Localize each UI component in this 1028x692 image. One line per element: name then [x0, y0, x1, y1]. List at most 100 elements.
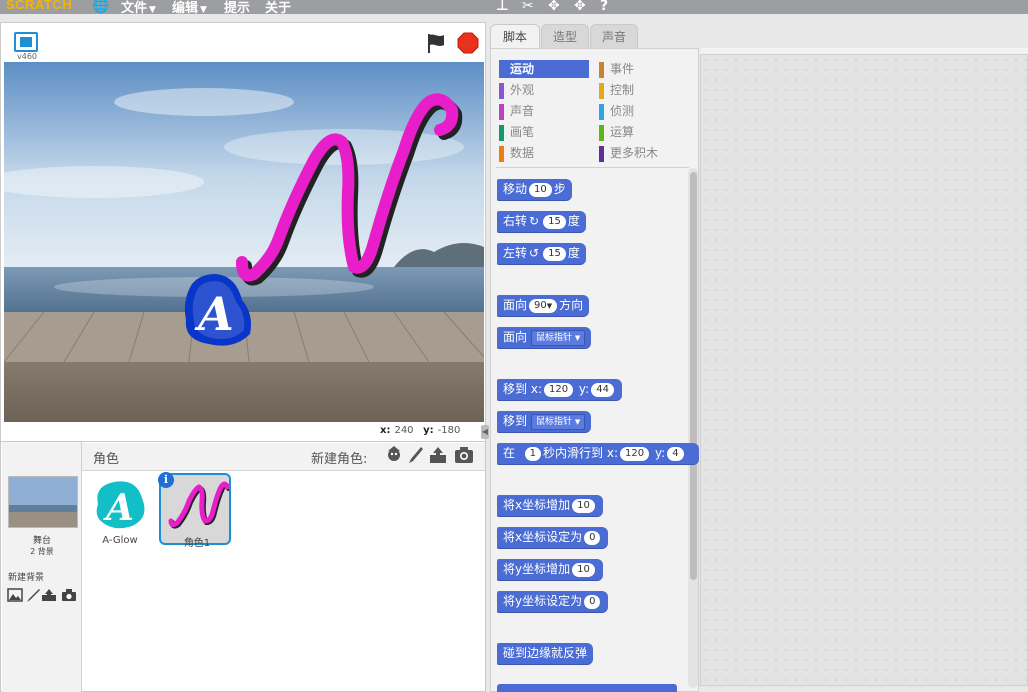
block-input[interactable]: 10 — [529, 182, 552, 197]
block-input[interactable]: 15 — [543, 246, 566, 261]
sprite-tile-aglow[interactable]: A A-Glow — [84, 474, 156, 546]
block-input-value: 90 — [534, 299, 547, 311]
block-move-steps[interactable]: 移动 10 步 — [497, 179, 572, 200]
green-flag-icon[interactable] — [424, 32, 448, 54]
category-label: 声音 — [510, 104, 535, 118]
category-swatch — [499, 145, 504, 162]
menu-about[interactable]: 关于 — [265, 0, 291, 16]
category-control[interactable]: 控制 — [599, 81, 634, 99]
upload-backdrop-icon[interactable] — [41, 588, 57, 602]
svg-text:A: A — [194, 287, 234, 341]
category-data[interactable]: 数据 — [499, 144, 534, 162]
collapse-stage-icon[interactable]: ◀ — [481, 425, 489, 439]
paint-brush-icon[interactable] — [405, 445, 425, 465]
category-operators[interactable]: 运算 — [599, 123, 634, 141]
help-icon[interactable]: ? — [600, 0, 608, 14]
block-go-to-xy[interactable]: 移到 x: 120 y: 44 — [497, 379, 622, 400]
category-motion[interactable]: 运动 — [499, 60, 589, 78]
block-input[interactable]: 44 — [591, 382, 614, 397]
block-input[interactable]: 90▼ — [529, 298, 558, 313]
menu-file[interactable]: 文件 ▼ — [121, 0, 156, 16]
menu-edit[interactable]: 编辑 ▼ — [172, 0, 207, 16]
paint-backdrop-icon[interactable] — [25, 588, 41, 602]
category-swatch — [599, 82, 604, 99]
stage-canvas[interactable]: A — [4, 62, 484, 422]
category-swatch — [499, 103, 504, 120]
block-text: 方向 — [559, 298, 584, 312]
block-text: 面向 — [503, 298, 528, 312]
caret-down-icon: ▼ — [546, 301, 553, 310]
info-icon[interactable]: i — [158, 472, 174, 488]
block-partial[interactable] — [497, 684, 677, 692]
block-input[interactable]: 1 — [524, 446, 542, 461]
block-bounce-edge[interactable]: 碰到边缘就反弹 — [497, 643, 594, 664]
category-swatch — [599, 103, 604, 120]
block-change-x[interactable]: 将x坐标增加 10 — [497, 495, 603, 516]
block-point-towards[interactable]: 面向 鼠标指针 ▼ — [497, 327, 592, 348]
sprite-name-aglow: A-Glow — [102, 535, 138, 546]
stage-thumbnail[interactable] — [8, 476, 78, 528]
camera-icon[interactable] — [454, 445, 474, 465]
palette-scrollbar[interactable] — [690, 172, 697, 580]
mouse-coordinates: x: 240 y: -180 — [380, 425, 460, 436]
category-pen[interactable]: 画笔 — [499, 123, 534, 141]
block-turn-left[interactable]: 左转 ↺ 15 度 — [497, 243, 586, 264]
menu-tips[interactable]: 提示 — [224, 0, 250, 16]
category-label: 数据 — [510, 146, 535, 160]
block-turn-right[interactable]: 右转 ↻ 15 度 — [497, 211, 586, 232]
script-area[interactable] — [700, 54, 1028, 686]
sprite-header-label: 角色 — [93, 452, 120, 467]
category-swatch — [599, 61, 604, 78]
caret-down-icon: ▼ — [574, 333, 581, 342]
block-point-in-direction[interactable]: 面向 90▼ 方向 — [497, 295, 590, 316]
tab-sounds[interactable]: 声音 — [590, 24, 638, 48]
block-input[interactable]: 0 — [584, 530, 601, 545]
block-set-y[interactable]: 将y坐标设定为 0 — [497, 591, 609, 612]
fullscreen-icon[interactable] — [14, 32, 38, 52]
category-label: 侦测 — [610, 104, 635, 118]
block-text: 秒内滑行到 — [543, 446, 604, 460]
category-sensing[interactable]: 侦测 — [599, 102, 634, 120]
block-text: 移到 — [503, 414, 528, 428]
block-text: 将y坐标设定为 — [503, 594, 583, 608]
block-text: y: — [654, 446, 666, 460]
block-text: 左转 — [503, 246, 528, 260]
duplicate-stamp-icon[interactable]: ⊥ — [496, 0, 509, 14]
block-input[interactable]: 120 — [544, 382, 574, 397]
block-input[interactable]: 15 — [543, 214, 566, 229]
category-looks[interactable]: 外观 — [499, 81, 534, 99]
block-dropdown[interactable]: 鼠标指针 ▼ — [531, 413, 586, 430]
shrink-icon[interactable]: ✥ — [574, 0, 586, 14]
sprite-name-role1: 角色1 — [183, 538, 211, 549]
upload-sprite-icon[interactable] — [428, 445, 448, 465]
category-swatch — [599, 145, 604, 162]
scratch-logo[interactable]: SCRATCH — [6, 0, 72, 12]
block-input[interactable]: 120 — [620, 446, 650, 461]
block-set-x[interactable]: 将x坐标设定为 0 — [497, 527, 609, 548]
block-input[interactable]: 4 — [667, 446, 684, 461]
sprite-library-icon[interactable] — [384, 445, 404, 465]
globe-icon[interactable]: 🌐 — [92, 0, 109, 14]
stop-sign-icon[interactable] — [457, 32, 479, 54]
backdrop-library-icon[interactable] — [7, 588, 23, 602]
dropdown-value: 鼠标指针 — [536, 416, 573, 427]
camera-backdrop-icon[interactable] — [61, 588, 77, 602]
tab-costumes[interactable]: 造型 — [541, 24, 589, 48]
block-text: 移到 — [503, 382, 528, 396]
category-swatch — [499, 124, 504, 141]
block-go-to[interactable]: 移到 鼠标指针 ▼ — [497, 411, 592, 432]
grow-icon[interactable]: ✥ — [548, 0, 560, 14]
block-change-y[interactable]: 将y坐标增加 10 — [497, 559, 603, 580]
block-input[interactable]: 10 — [572, 498, 595, 513]
category-events[interactable]: 事件 — [599, 60, 634, 78]
category-more-blocks[interactable]: 更多积木 — [599, 144, 658, 162]
tab-scripts[interactable]: 脚本 — [490, 24, 540, 48]
cut-scissors-icon[interactable]: ✂ — [522, 0, 534, 14]
block-input[interactable]: 10 — [572, 562, 595, 577]
category-swatch — [499, 82, 504, 99]
block-dropdown[interactable]: 鼠标指针 ▼ — [531, 329, 586, 346]
block-glide[interactable]: 在 1 秒内滑行到 x: 120 y: 4 — [497, 443, 699, 464]
category-sound[interactable]: 声音 — [499, 102, 534, 120]
block-input[interactable]: 0 — [584, 594, 601, 609]
block-text: 在 — [503, 446, 516, 460]
